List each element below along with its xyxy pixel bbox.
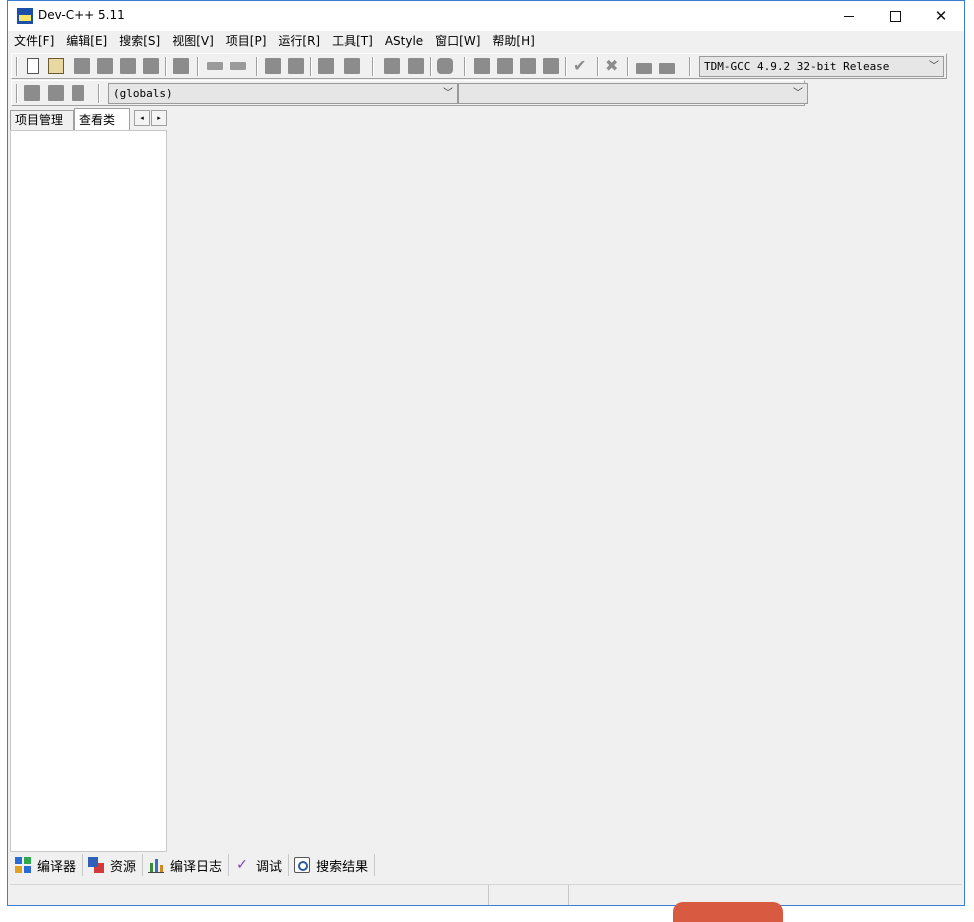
menu-search[interactable]: 搜索[S] <box>113 31 166 52</box>
toolbar-separator <box>98 84 100 103</box>
tab-class-browser[interactable]: 查看类 <box>74 108 130 130</box>
rebuild-all-icon[interactable] <box>543 58 559 74</box>
menu-window[interactable]: 窗口[W] <box>429 31 486 52</box>
find-next-icon[interactable] <box>318 58 334 74</box>
redo-icon[interactable] <box>230 62 246 70</box>
unindent-icon[interactable] <box>408 58 424 74</box>
compiler-icon <box>15 857 31 873</box>
toolbar-separator <box>197 57 199 76</box>
resources-icon <box>88 857 105 873</box>
toggle-bookmark-icon[interactable] <box>48 85 64 101</box>
title-bar[interactable]: Dev-C++ 5.11 ✕ <box>8 1 964 31</box>
chevron-down-icon: ﹀ <box>793 88 803 99</box>
minimize-button[interactable] <box>826 1 872 31</box>
class-toolbar: (globals) ﹀ ﹀ <box>11 80 808 106</box>
background-app-edge <box>673 902 783 922</box>
toolbar-separator <box>372 57 374 76</box>
maximize-icon <box>889 10 901 22</box>
toolbar-separator <box>464 57 466 76</box>
save-all-icon[interactable] <box>97 58 113 74</box>
tab-compiler[interactable]: 编译器 <box>10 854 84 876</box>
scope-select[interactable]: (globals) ﹀ <box>108 83 458 104</box>
tab-search-results-label: 搜索结果 <box>316 859 369 875</box>
toolbar-separator <box>565 57 567 76</box>
class-browser-panel[interactable] <box>10 130 167 852</box>
toolbar-separator <box>310 57 312 76</box>
compile-run-icon[interactable] <box>520 58 536 74</box>
toolbar-separator <box>689 57 691 76</box>
tab-debug[interactable]: ✓ 调试 <box>229 854 290 876</box>
debug-icon: ✓ <box>236 857 248 873</box>
compile-log-icon <box>148 857 165 873</box>
compile-icon[interactable] <box>474 58 490 74</box>
syntax-check-icon[interactable]: ✔ <box>573 58 589 74</box>
menu-project[interactable]: 项目[P] <box>220 31 273 52</box>
compiler-select[interactable]: TDM-GCC 4.9.2 32-bit Release ﹀ <box>699 56 944 77</box>
toolbar-separator <box>165 57 167 76</box>
close-file-icon[interactable] <box>120 58 136 74</box>
save-icon[interactable] <box>74 58 90 74</box>
devcpp-window: Dev-C++ 5.11 ✕ 文件[F] 编辑[E] 搜索[S] 视图[V] 项… <box>7 0 965 906</box>
menu-file[interactable]: 文件[F] <box>8 31 60 52</box>
open-file-icon[interactable] <box>48 58 64 74</box>
menu-bar: 文件[F] 编辑[E] 搜索[S] 视图[V] 项目[P] 运行[R] 工具[T… <box>8 31 964 52</box>
tab-project-manager[interactable]: 项目管理 <box>10 110 74 130</box>
tab-compile-log[interactable]: 编译日志 <box>143 854 230 876</box>
close-button[interactable]: ✕ <box>918 1 964 31</box>
window-title: Dev-C++ 5.11 <box>38 8 125 22</box>
stop-execution-icon[interactable]: ✖ <box>605 58 621 74</box>
function-select[interactable]: ﹀ <box>458 83 808 104</box>
find-icon[interactable] <box>265 58 281 74</box>
tab-resources[interactable]: 资源 <box>83 854 144 876</box>
insert-icon[interactable] <box>24 85 40 101</box>
compiler-select-value: TDM-GCC 4.9.2 32-bit Release <box>704 60 890 73</box>
tab-compile-log-label: 编译日志 <box>170 859 223 875</box>
toolbar-separator <box>627 57 629 76</box>
devcpp-app-icon[interactable] <box>17 8 33 24</box>
scope-select-value: (globals) <box>113 87 173 100</box>
chevron-down-icon: ﹀ <box>443 88 453 99</box>
tab-search-results[interactable]: 搜索结果 <box>289 854 376 876</box>
menu-run[interactable]: 运行[R] <box>272 31 326 52</box>
bottom-panel-tabs: 编译器 资源 编译日志 ✓ 调试 搜索结果 <box>10 854 376 876</box>
undo-icon[interactable] <box>207 62 223 70</box>
menu-astyle[interactable]: AStyle <box>379 31 429 52</box>
toolbar-separator <box>430 57 432 76</box>
tab-scroll-right-button[interactable]: ▸ <box>151 110 167 126</box>
delete-profile-icon[interactable] <box>659 63 675 74</box>
toolbar-separator <box>16 57 18 76</box>
close-all-icon[interactable] <box>143 58 159 74</box>
maximize-button[interactable] <box>872 1 918 31</box>
toolbar-separator <box>256 57 258 76</box>
indent-icon[interactable] <box>384 58 400 74</box>
replace-icon[interactable] <box>288 58 304 74</box>
goto-bookmark-icon[interactable] <box>72 85 84 101</box>
tab-resources-label: 资源 <box>110 859 137 875</box>
print-icon[interactable] <box>173 58 189 74</box>
toolbar-separator <box>597 57 599 76</box>
menu-edit[interactable]: 编辑[E] <box>60 31 113 52</box>
menu-tools[interactable]: 工具[T] <box>326 31 379 52</box>
main-toolbar: ✔ ✖ TDM-GCC 4.9.2 32-bit Release ﹀ <box>11 53 947 79</box>
close-icon: ✕ <box>934 7 948 25</box>
search-results-icon <box>294 857 311 873</box>
menu-help[interactable]: 帮助[H] <box>486 31 540 52</box>
editor-area[interactable] <box>168 108 962 852</box>
status-cell-position <box>489 885 569 905</box>
menu-view[interactable]: 视图[V] <box>166 31 220 52</box>
status-cell-main <box>10 885 489 905</box>
bookmark-icon[interactable] <box>437 58 453 74</box>
tab-scroll-left-button[interactable]: ◂ <box>134 110 150 126</box>
tab-debug-label: 调试 <box>256 859 283 875</box>
profile-icon[interactable] <box>636 63 652 74</box>
goto-line-icon[interactable] <box>344 58 360 74</box>
new-file-icon[interactable] <box>27 58 39 74</box>
tab-compiler-label: 编译器 <box>37 859 77 875</box>
minimize-icon <box>844 15 854 17</box>
toolbar-separator <box>16 84 18 103</box>
run-icon[interactable] <box>497 58 513 74</box>
status-bar <box>10 884 962 905</box>
chevron-down-icon: ﹀ <box>929 61 939 72</box>
